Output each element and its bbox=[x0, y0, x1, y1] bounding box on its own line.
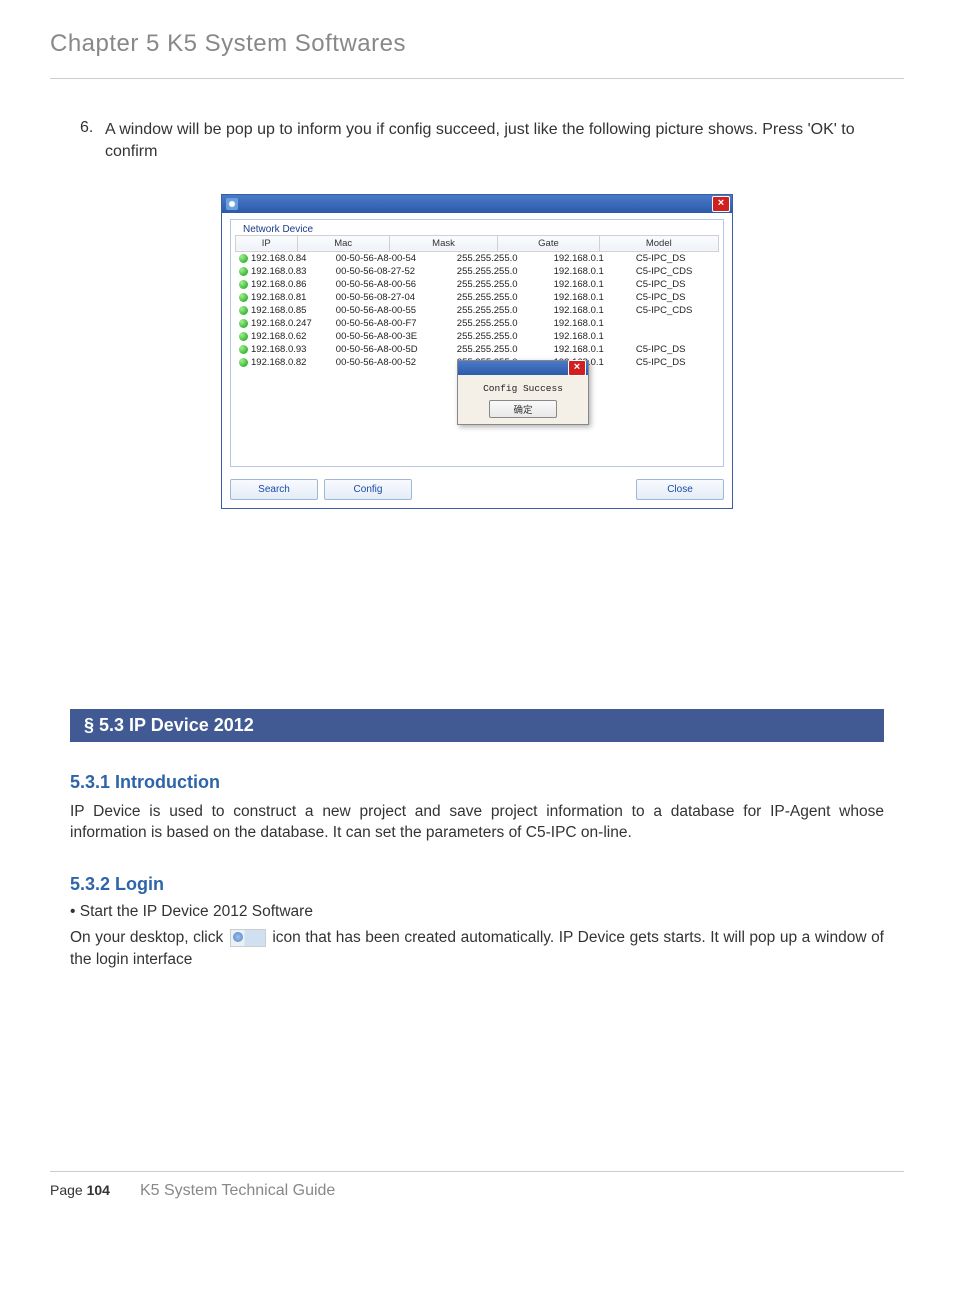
cell-mac: 00-50-56-08-27-52 bbox=[332, 265, 453, 278]
cell-gate: 192.168.0.1 bbox=[550, 252, 632, 265]
cell-mac: 00-50-56-A8-00-54 bbox=[332, 252, 453, 265]
status-ok-icon bbox=[239, 267, 248, 276]
cell-ip: 192.168.0.62 bbox=[251, 331, 306, 342]
fieldset-legend: Network Device bbox=[239, 224, 317, 235]
cell-ip: 192.168.0.84 bbox=[251, 253, 306, 264]
table-header-row: IP Mac Mask Gate Model bbox=[236, 235, 719, 251]
cell-mask: 255.255.255.0 bbox=[453, 317, 550, 330]
cell-model: C5-IPC_DS bbox=[632, 291, 719, 304]
cell-ip: 192.168.0.93 bbox=[251, 344, 306, 355]
cell-ip: 192.168.0.82 bbox=[251, 357, 306, 368]
cell-mac: 00-50-56-A8-00-56 bbox=[332, 278, 453, 291]
table-row[interactable]: 192.168.0.247 00-50-56-A8-00-F7255.255.25… bbox=[235, 317, 719, 330]
step-6: 6. A window will be pop up to inform you… bbox=[80, 119, 884, 164]
cell-mask: 255.255.255.0 bbox=[453, 278, 550, 291]
table-row[interactable]: 192.168.0.83 00-50-56-08-27-52255.255.255… bbox=[235, 265, 719, 278]
cell-mac: 00-50-56-A8-00-55 bbox=[332, 304, 453, 317]
col-gate[interactable]: Gate bbox=[498, 235, 599, 251]
window-titlebar: × bbox=[222, 195, 732, 213]
cell-gate: 192.168.0.1 bbox=[550, 317, 632, 330]
step-text: A window will be pop up to inform you if… bbox=[105, 119, 884, 164]
popup-ok-button[interactable]: 确定 bbox=[489, 400, 557, 418]
table-row[interactable]: 192.168.0.84 00-50-56-A8-00-54255.255.255… bbox=[235, 252, 719, 265]
popup-close-icon[interactable]: × bbox=[568, 360, 586, 376]
status-ok-icon bbox=[239, 345, 248, 354]
cell-mac: 00-50-56-08-27-04 bbox=[332, 291, 453, 304]
network-device-window: × Network Device IP Mac Mask Gate Model … bbox=[221, 194, 733, 509]
cell-ip: 192.168.0.85 bbox=[251, 305, 306, 316]
status-ok-icon bbox=[239, 319, 248, 328]
cell-gate: 192.168.0.1 bbox=[550, 278, 632, 291]
cell-model: C5-IPC_DS bbox=[632, 356, 719, 369]
app-logo-icon bbox=[226, 198, 238, 210]
cell-gate: 192.168.0.1 bbox=[550, 343, 632, 356]
cell-model: C5-IPC_DS bbox=[632, 343, 719, 356]
cell-model: C5-IPC_DS bbox=[632, 278, 719, 291]
heading-5-3-1: 5.3.1 Introduction bbox=[70, 772, 884, 793]
status-ok-icon bbox=[239, 358, 248, 367]
cell-gate: 192.168.0.1 bbox=[550, 265, 632, 278]
status-ok-icon bbox=[239, 332, 248, 341]
bullet-start-software: Start the IP Device 2012 Software bbox=[70, 903, 884, 921]
col-mac[interactable]: Mac bbox=[297, 235, 389, 251]
table-row[interactable]: 192.168.0.86 00-50-56-A8-00-56255.255.255… bbox=[235, 278, 719, 291]
search-button[interactable]: Search bbox=[230, 479, 318, 500]
chapter-header: Chapter 5 K5 System Softwares bbox=[50, 30, 904, 79]
popup-titlebar: × bbox=[458, 361, 588, 375]
ip-device-desktop-icon bbox=[230, 929, 266, 947]
body-5-3-1: IP Device is used to construct a new pro… bbox=[70, 801, 884, 844]
cell-mask: 255.255.255.0 bbox=[453, 304, 550, 317]
popup-message: Config Success bbox=[464, 383, 582, 394]
cell-gate: 192.168.0.1 bbox=[550, 330, 632, 343]
cell-ip: 192.168.0.247 bbox=[251, 318, 312, 329]
status-ok-icon bbox=[239, 306, 248, 315]
cell-gate: 192.168.0.1 bbox=[550, 291, 632, 304]
page-footer: Page 104 K5 System Technical Guide bbox=[50, 1171, 904, 1200]
cell-model bbox=[632, 317, 719, 330]
cell-mask: 255.255.255.0 bbox=[453, 343, 550, 356]
cell-gate: 192.168.0.1 bbox=[550, 304, 632, 317]
table-row[interactable]: 192.168.0.62 00-50-56-A8-00-3E255.255.255… bbox=[235, 330, 719, 343]
cell-ip: 192.168.0.81 bbox=[251, 292, 306, 303]
section-5-3-bar: § 5.3 IP Device 2012 bbox=[70, 709, 884, 742]
cell-mac: 00-50-56-A8-00-5D bbox=[332, 343, 453, 356]
col-mask[interactable]: Mask bbox=[389, 235, 498, 251]
config-button[interactable]: Config bbox=[324, 479, 412, 500]
close-button[interactable]: Close bbox=[636, 479, 724, 500]
cell-ip: 192.168.0.86 bbox=[251, 279, 306, 290]
status-ok-icon bbox=[239, 280, 248, 289]
col-ip[interactable]: IP bbox=[236, 235, 298, 251]
cell-mask: 255.255.255.0 bbox=[453, 252, 550, 265]
body-5-3-2-pre: On your desktop, click bbox=[70, 929, 228, 946]
close-icon[interactable]: × bbox=[712, 196, 730, 212]
status-ok-icon bbox=[239, 293, 248, 302]
cell-mac: 00-50-56-A8-00-52 bbox=[332, 356, 453, 369]
cell-model: C5-IPC_DS bbox=[632, 252, 719, 265]
footer-guide-title: K5 System Technical Guide bbox=[140, 1182, 335, 1200]
cell-model bbox=[632, 330, 719, 343]
cell-ip: 192.168.0.83 bbox=[251, 266, 306, 277]
table-row[interactable]: 192.168.0.93 00-50-56-A8-00-5D255.255.255… bbox=[235, 343, 719, 356]
cell-mask: 255.255.255.0 bbox=[453, 291, 550, 304]
table-row[interactable]: 192.168.0.81 00-50-56-08-27-04255.255.255… bbox=[235, 291, 719, 304]
cell-model: C5-IPC_CDS bbox=[632, 304, 719, 317]
cell-mask: 255.255.255.0 bbox=[453, 265, 550, 278]
body-5-3-2: On your desktop, click icon that has bee… bbox=[70, 927, 884, 970]
page-number: Page 104 bbox=[50, 1182, 110, 1198]
cell-mac: 00-50-56-A8-00-3E bbox=[332, 330, 453, 343]
col-model[interactable]: Model bbox=[599, 235, 718, 251]
step-number: 6. bbox=[80, 119, 105, 164]
config-success-popup: × Config Success 确定 bbox=[457, 360, 589, 425]
cell-mask: 255.255.255.0 bbox=[453, 330, 550, 343]
heading-5-3-2: 5.3.2 Login bbox=[70, 874, 884, 895]
table-row[interactable]: 192.168.0.85 00-50-56-A8-00-55255.255.255… bbox=[235, 304, 719, 317]
cell-model: C5-IPC_CDS bbox=[632, 265, 719, 278]
status-ok-icon bbox=[239, 254, 248, 263]
cell-mac: 00-50-56-A8-00-F7 bbox=[332, 317, 453, 330]
